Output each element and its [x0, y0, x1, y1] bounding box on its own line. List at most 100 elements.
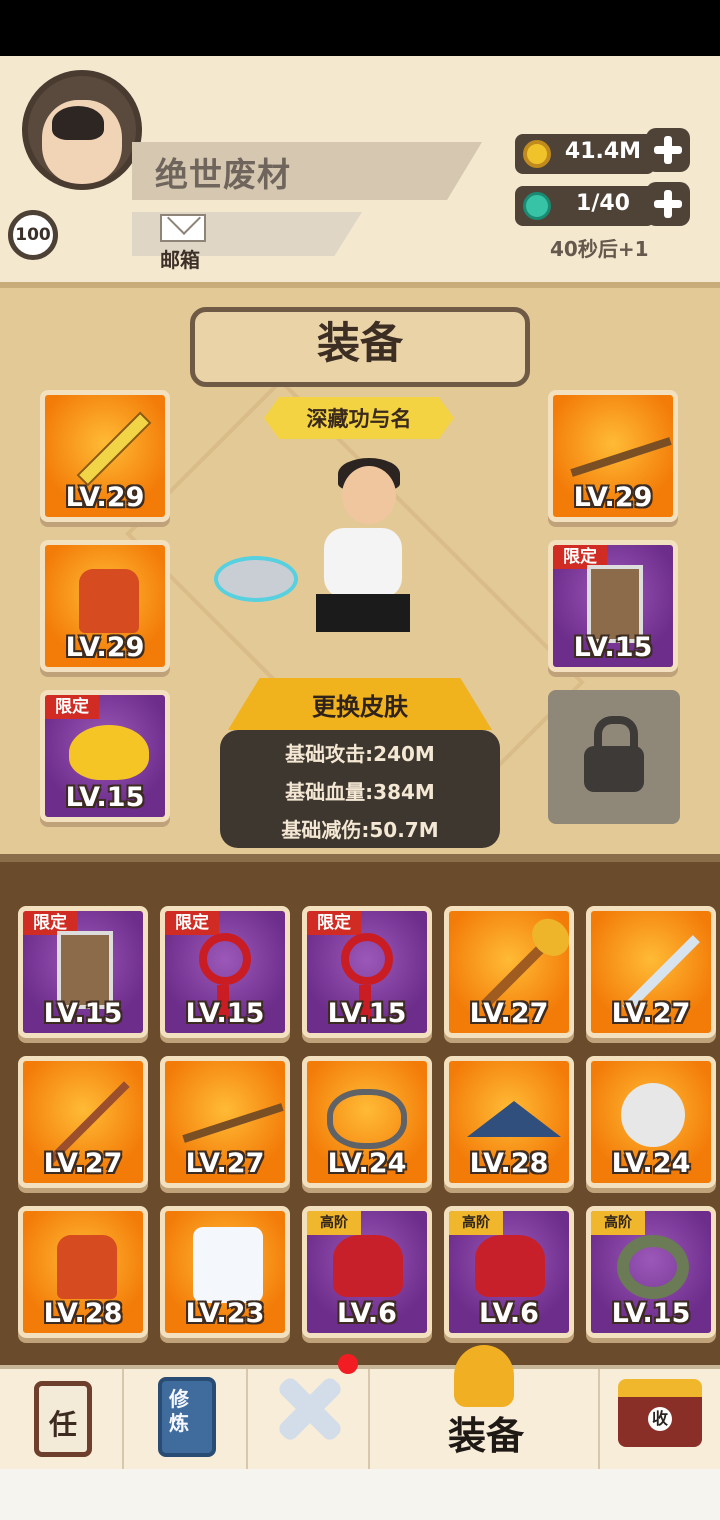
item-level: LV.24	[327, 1148, 407, 1179]
change-skin-button[interactable]: 更换皮肤	[228, 678, 492, 730]
item-level: LV.27	[43, 1148, 123, 1179]
limited-tag: 限定	[45, 695, 99, 719]
base-stats-panel: 基础攻击:240M 基础血量:384M 基础减伤:50.7M	[220, 730, 500, 848]
equipped-slot-spear[interactable]: LV.29	[548, 390, 678, 522]
locked-slot	[548, 690, 680, 824]
helmet-icon	[621, 1083, 685, 1147]
add-coins-button[interactable]	[646, 128, 690, 172]
mail-button[interactable]: 邮箱	[156, 214, 210, 272]
inventory-item[interactable]: LV.23	[160, 1206, 290, 1338]
armor-icon	[79, 569, 139, 633]
spiked-glove-icon	[333, 1235, 403, 1297]
inventory-item[interactable]: LV.27	[444, 906, 574, 1038]
equipped-slot-banner[interactable]: 限定 LV.15	[548, 540, 678, 672]
base-health: 基础血量:384M	[285, 780, 435, 804]
nav-task[interactable]: 任	[0, 1369, 124, 1473]
task-label: 任	[49, 1408, 78, 1441]
equipped-slot-weapon[interactable]: LV.29	[40, 390, 170, 522]
limited-tag: 限定	[165, 911, 219, 935]
nav-collect[interactable]: 收	[600, 1369, 720, 1473]
golden-spear-icon	[570, 437, 672, 477]
mail-label: 邮箱	[160, 248, 200, 272]
coin-icon	[523, 140, 551, 168]
inventory-item[interactable]: LV.24	[302, 1056, 432, 1188]
inventory-grid: 限定 LV.15 限定 LV.15 限定 LV.15 LV.27 LV.27 LV.2…	[0, 862, 720, 1368]
robe-icon	[193, 1227, 263, 1303]
mail-icon	[160, 214, 206, 242]
item-level: LV.15	[327, 998, 407, 1029]
inventory-item[interactable]: 限定 LV.15	[302, 906, 432, 1038]
topknot-icon	[52, 106, 104, 140]
hero-body	[324, 528, 402, 598]
spear-icon	[182, 1103, 284, 1143]
hero-head	[342, 466, 396, 524]
status-bar	[0, 0, 720, 56]
stamina-value: 1/40	[576, 191, 630, 216]
advanced-tag: 高阶	[591, 1211, 645, 1235]
inventory-item[interactable]: LV.27	[586, 906, 716, 1038]
stamina-counter: 1/40	[515, 186, 655, 226]
cultivation-label: 修炼	[169, 1387, 189, 1435]
advanced-tag: 高阶	[449, 1211, 503, 1235]
coin-counter: 41.4M	[515, 134, 655, 174]
item-level: LV.15	[43, 998, 123, 1029]
lock-icon	[578, 716, 648, 796]
item-level: LV.24	[611, 1148, 691, 1179]
inventory-item[interactable]: 高阶 LV.6	[302, 1206, 432, 1338]
hero-legs	[316, 594, 410, 632]
inventory-item[interactable]: LV.24	[586, 1056, 716, 1188]
item-level: LV.28	[43, 1298, 123, 1329]
bottom-navigation: 任 修炼 装备 收	[0, 1345, 720, 1473]
item-level: LV.27	[611, 998, 691, 1029]
nav-cultivation[interactable]: 修炼	[124, 1369, 248, 1473]
item-level: LV.15	[611, 1298, 691, 1329]
item-level: LV.28	[469, 1148, 549, 1179]
jade-ring-icon	[617, 1235, 689, 1299]
mace-icon	[481, 933, 556, 1009]
straw-hat-icon	[467, 1101, 561, 1137]
scissors-icon	[327, 1089, 407, 1149]
inventory-item[interactable]: 限定 LV.15	[160, 906, 290, 1038]
inventory-item[interactable]: 高阶 LV.15	[586, 1206, 716, 1338]
nav-equipment[interactable]: 装备	[370, 1345, 600, 1473]
base-attack: 基础攻击:240M	[285, 742, 435, 766]
armor-icon	[57, 1235, 117, 1299]
item-level: LV.27	[185, 1148, 265, 1179]
equipment-title: 装备	[317, 319, 403, 369]
equipped-slot-armor[interactable]: LV.29	[40, 540, 170, 672]
base-damage-reduction: 基础减伤:50.7M	[281, 818, 439, 842]
title-badge[interactable]: 深藏功与名	[264, 397, 454, 439]
slot-level: LV.15	[573, 632, 653, 663]
item-level: LV.6	[337, 1298, 397, 1329]
limited-tag: 限定	[307, 911, 361, 935]
inventory-item[interactable]: LV.27	[160, 1056, 290, 1188]
inventory-item[interactable]: 高阶 LV.6	[444, 1206, 574, 1338]
slot-level: LV.29	[65, 482, 145, 513]
chinese-knot-icon	[341, 933, 393, 1019]
spiked-glove-icon	[475, 1235, 545, 1297]
collect-label: 收	[648, 1407, 672, 1431]
inventory-item[interactable]: LV.28	[18, 1206, 148, 1338]
nav-battle[interactable]	[248, 1369, 370, 1473]
equipment-nav-label: 装备	[448, 1414, 525, 1458]
advanced-tag: 高阶	[307, 1211, 361, 1235]
inventory-item[interactable]: LV.28	[444, 1056, 574, 1188]
inventory-item[interactable]: LV.27	[18, 1056, 148, 1188]
item-level: LV.23	[185, 1298, 265, 1329]
player-level-badge: 100	[8, 210, 58, 260]
player-name: 绝世废材	[155, 155, 291, 194]
equipment-helmet-icon	[454, 1345, 514, 1407]
equipped-slot-accessory[interactable]: 限定 LV.15	[40, 690, 170, 822]
system-bottom-bar	[0, 1469, 720, 1520]
hero-character	[300, 458, 420, 668]
slot-level: LV.29	[65, 632, 145, 663]
inventory-item[interactable]: 限定 LV.15	[18, 906, 148, 1038]
stamina-gem-icon	[523, 192, 551, 220]
item-level: LV.6	[479, 1298, 539, 1329]
chinese-knot-icon	[199, 933, 251, 1019]
slot-level: LV.29	[573, 482, 653, 513]
slot-level: LV.15	[65, 782, 145, 813]
add-stamina-button[interactable]	[646, 182, 690, 226]
notification-dot	[338, 1354, 358, 1374]
coin-value: 41.4M	[564, 139, 642, 164]
